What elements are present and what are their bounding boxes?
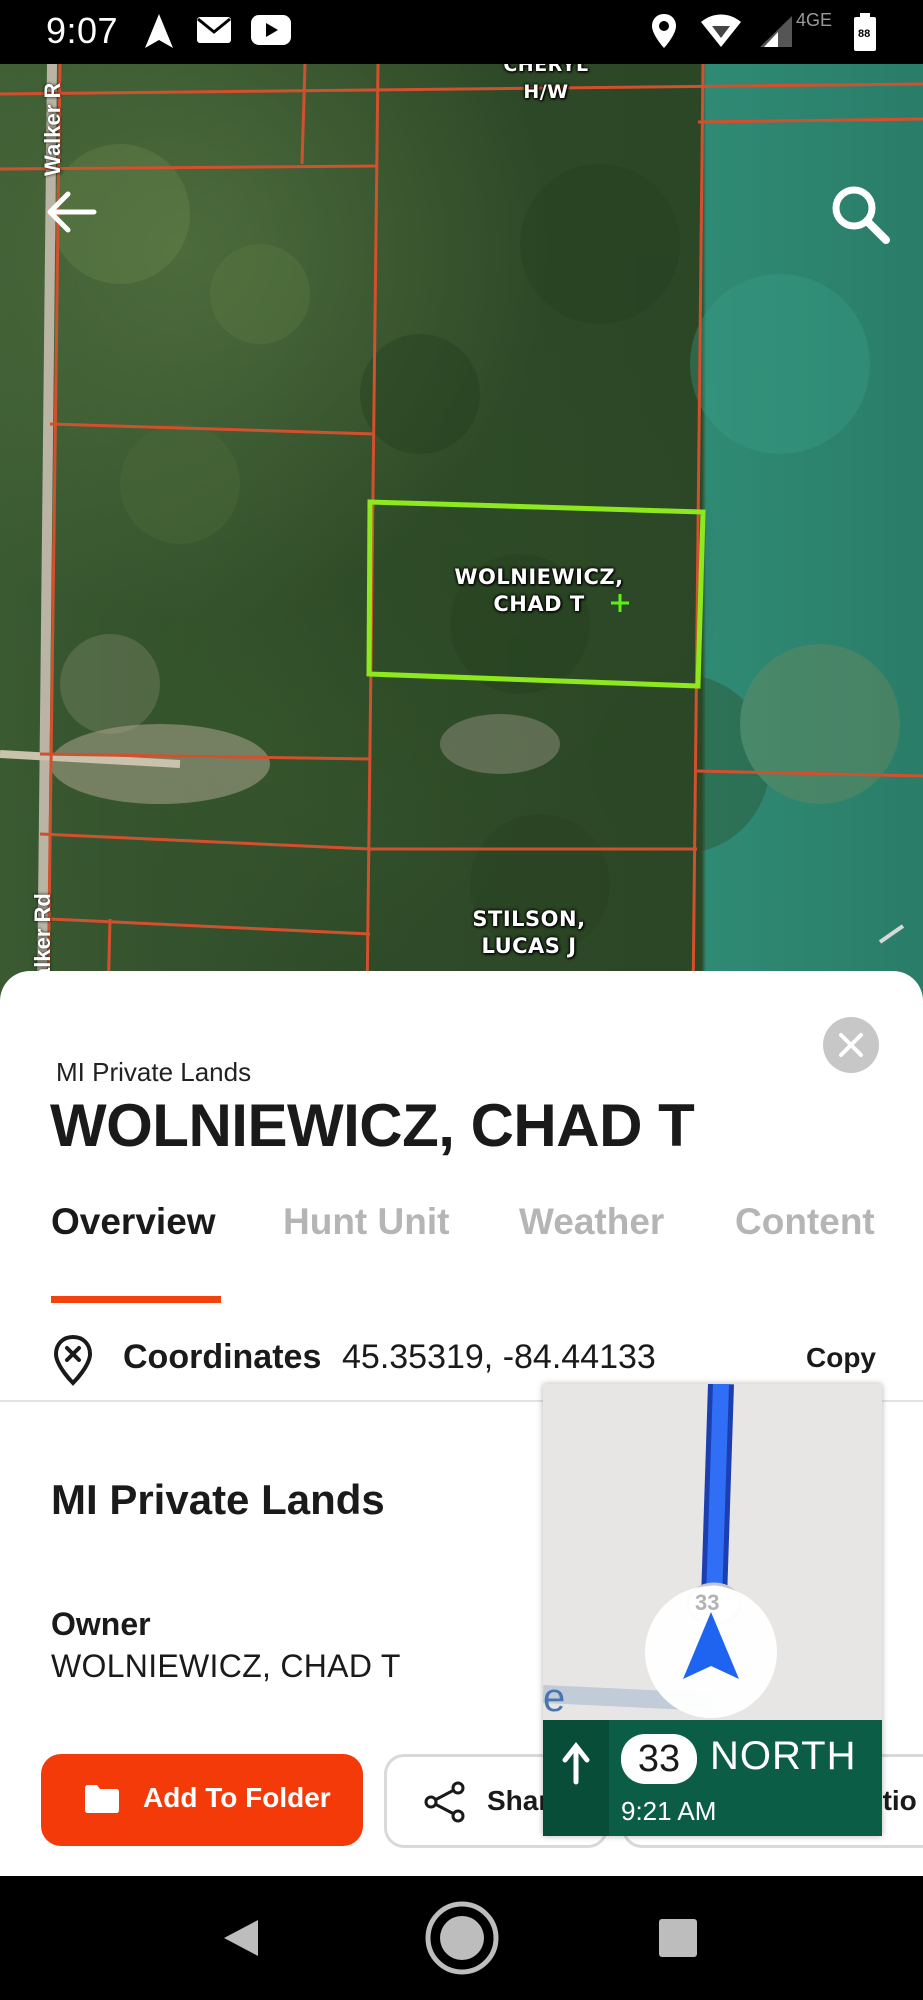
road-label-top: Walker R <box>40 82 65 176</box>
system-nav-bar <box>0 1876 923 2000</box>
status-bar: 9:07 4GE 88 <box>0 0 923 64</box>
owner-value: WOLNIEWICZ, CHAD T <box>51 1648 401 1684</box>
youtube-icon <box>250 14 292 51</box>
street-cue: e <box>543 1676 566 1720</box>
folder-icon <box>83 1782 121 1819</box>
signal-icon <box>758 14 794 53</box>
route-marker: 33 <box>695 1590 720 1615</box>
network-type: 4GE <box>796 10 833 30</box>
status-time: 9:07 <box>46 10 119 51</box>
parcel-label-selected: WOLNIEWICZ, CHAD T <box>454 565 624 616</box>
navigation-icon <box>142 12 176 55</box>
add-to-folder-button[interactable]: Add To Folder <box>41 1754 363 1846</box>
battery-icon: 88 <box>852 12 878 57</box>
route-shield: 33 <box>621 1734 697 1784</box>
location-icon <box>650 12 678 55</box>
home-nav-icon[interactable] <box>424 1900 500 1981</box>
parcel-label-north: CHERYL H/W <box>503 64 589 103</box>
coordinates-value: 45.35319, -84.44133 <box>342 1338 656 1376</box>
road-label-bottom: alker Rd <box>30 893 55 980</box>
parcel-title: WOLNIEWICZ, CHAD T <box>50 1092 695 1159</box>
close-button[interactable] <box>823 1017 879 1073</box>
tab-content[interactable]: Content <box>735 1201 875 1243</box>
recents-nav-icon[interactable] <box>658 1918 698 1963</box>
tab-bar: Overview Hunt Unit Weather Content <box>51 1201 923 1271</box>
layer-subtitle: MI Private Lands <box>56 1057 252 1087</box>
search-icon <box>832 186 890 244</box>
navigation-banner: 33 NORTH 9:21 AM <box>543 1720 882 1836</box>
wifi-icon <box>700 14 742 53</box>
map-view[interactable]: CHERYL H/W WOLNIEWICZ, CHAD T STILSON, L… <box>0 64 923 1000</box>
turn-arrow <box>543 1720 609 1836</box>
eta-text: 9:21 AM <box>621 1796 717 1826</box>
arrow-left-icon <box>47 191 97 233</box>
add-to-folder-label: Add To Folder <box>143 1782 331 1813</box>
close-icon <box>839 1033 863 1057</box>
tab-overview[interactable]: Overview <box>51 1201 216 1243</box>
tab-weather[interactable]: Weather <box>519 1201 664 1243</box>
share-label: Shar <box>487 1785 550 1816</box>
tab-hunt-unit[interactable]: Hunt Unit <box>283 1201 449 1243</box>
arrow-up-icon <box>562 1741 590 1785</box>
search-button[interactable] <box>828 182 892 246</box>
section-title: MI Private Lands <box>51 1476 385 1523</box>
direction-text: NORTH <box>710 1734 857 1778</box>
copy-coordinates-button[interactable]: Copy <box>806 1342 876 1374</box>
owner-label: Owner <box>51 1606 151 1642</box>
coordinates-label: Coordinates <box>123 1338 322 1376</box>
share-icon <box>423 1781 467 1828</box>
location-pin-x-icon <box>52 1334 94 1391</box>
navigation-overlay[interactable]: 33 e 33 NORTH 9:21 AM <box>543 1384 882 1836</box>
back-button[interactable] <box>42 182 102 242</box>
back-nav-icon[interactable] <box>218 1916 262 1965</box>
parcel-label-south: STILSON, LUCAS J <box>472 907 586 958</box>
gmail-icon <box>196 16 232 49</box>
battery-level: 88 <box>858 28 871 40</box>
active-tab-indicator <box>51 1296 221 1303</box>
